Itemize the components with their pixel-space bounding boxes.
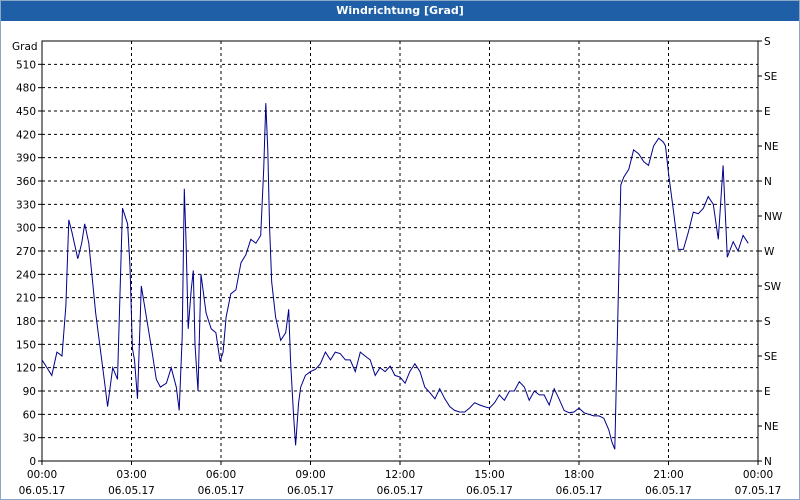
y-tick-label: 120	[16, 363, 36, 375]
y-tick-label: 240	[16, 269, 36, 281]
x-tick-label-date: 07.05.17	[735, 485, 782, 497]
right-tick-label: N	[764, 456, 772, 468]
right-tick-label: S	[764, 36, 771, 48]
y-tick-label: 360	[16, 176, 36, 188]
y-tick-label: 180	[16, 316, 36, 328]
right-tick-label: E	[764, 106, 771, 118]
y-tick-label: 30	[23, 433, 36, 445]
y-tick-label: 390	[16, 153, 36, 165]
x-tick-label-date: 06.05.17	[19, 485, 66, 497]
y-axis-label: Grad	[12, 41, 38, 53]
y-tick-label: 150	[16, 339, 36, 351]
series-line	[41, 103, 749, 450]
y-tick-label: 420	[16, 129, 36, 141]
x-tick-label-time: 12:00	[385, 469, 415, 481]
right-tick-label: NW	[764, 211, 783, 223]
x-tick-label-date: 06.05.17	[556, 485, 603, 497]
x-tick-label-date: 06.05.17	[645, 485, 692, 497]
x-tick-label-time: 03:00	[116, 469, 146, 481]
x-tick-label-time: 21:00	[653, 469, 683, 481]
y-tick-label: 0	[29, 456, 36, 468]
right-tick-label: W	[764, 246, 775, 258]
x-tick-label-time: 09:00	[295, 469, 325, 481]
right-tick-label: SE	[764, 351, 777, 363]
wind-direction-chart: 0 30 60 90 120 150 180 210 240 270 300 330 360 390 420…	[12, 36, 783, 497]
y-tick-label: 270	[16, 246, 36, 258]
right-tick-label: SE	[764, 71, 777, 83]
right-tick-label: N	[764, 176, 772, 188]
x-tick-label-time: 00:00	[27, 469, 57, 481]
y-tick-label: 300	[16, 223, 36, 235]
x-tick-label-time: 18:00	[564, 469, 594, 481]
x-tick-label-date: 06.05.17	[466, 485, 513, 497]
right-axis-ticks: N NE E SE S SW W NW N NE E SE S	[758, 36, 783, 468]
y-tick-label: 450	[16, 106, 36, 118]
right-tick-label: NE	[764, 421, 779, 433]
right-tick-label: SW	[764, 281, 782, 293]
x-tick-label-date: 06.05.17	[377, 485, 424, 497]
x-tick-label-time: 15:00	[474, 469, 504, 481]
x-tick-label-time: 06:00	[206, 469, 236, 481]
x-tick-label-date: 06.05.17	[287, 485, 334, 497]
grid-lines	[42, 41, 758, 461]
x-tick-label-date: 06.05.17	[198, 485, 245, 497]
right-tick-label: S	[764, 316, 771, 328]
y-tick-label: 210	[16, 293, 36, 305]
y-tick-label: 90	[23, 386, 36, 398]
x-axis-ticks: 00:00 06.05.17 03:00 06.05.17 06:00 06.05.17 0…	[19, 461, 782, 497]
y-tick-label: 60	[23, 409, 36, 421]
y-tick-label: 510	[16, 59, 36, 71]
y-axis-ticks: 0 30 60 90 120 150 180 210 240 270 300 330 360 390 420…	[16, 59, 42, 468]
x-tick-label-date: 06.05.17	[108, 485, 155, 497]
right-tick-label: E	[764, 386, 771, 398]
series-group	[41, 103, 749, 450]
right-tick-label: NE	[764, 141, 779, 153]
x-tick-label-time: 00:00	[743, 469, 773, 481]
y-tick-label: 330	[16, 199, 36, 211]
y-tick-label: 480	[16, 83, 36, 95]
